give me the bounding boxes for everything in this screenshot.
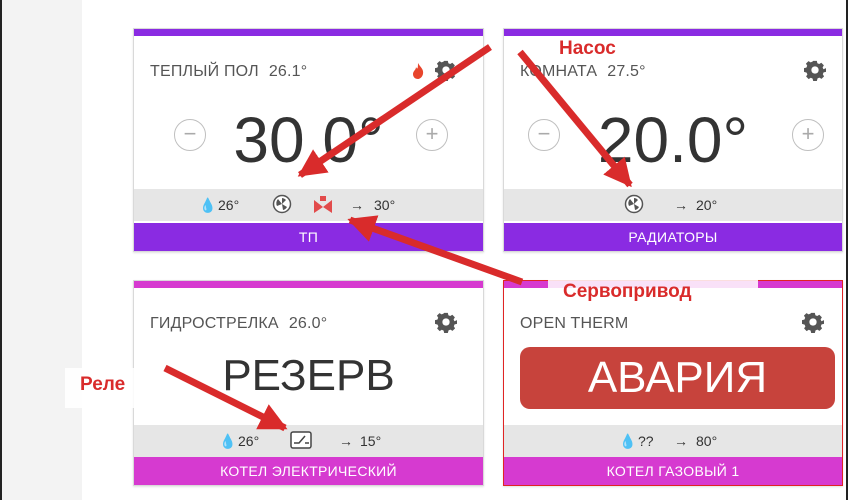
arrow-to-pump-warm-floor — [297, 44, 492, 178]
arrow-to-servo — [347, 215, 524, 286]
arrow-to-relay — [163, 364, 288, 432]
annotation-arrows — [163, 44, 633, 432]
arrow-to-pump-room — [517, 49, 633, 188]
